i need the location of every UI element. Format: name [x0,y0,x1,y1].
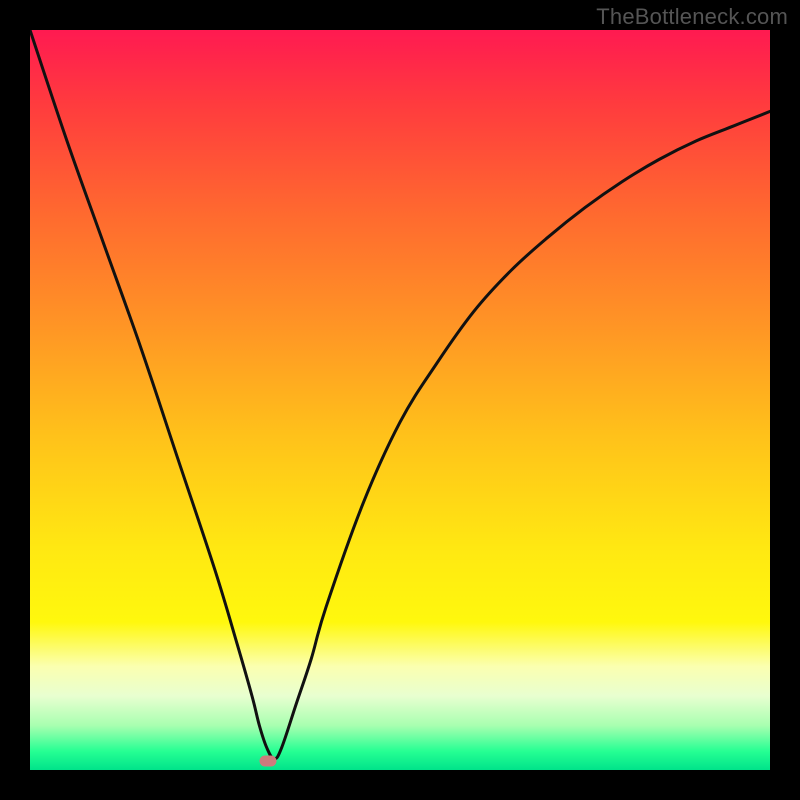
plot-svg [30,30,770,770]
minimum-marker [260,756,277,767]
plot-area [30,30,770,770]
chart-frame: TheBottleneck.com [0,0,800,800]
gradient-background [30,30,770,770]
watermark-label: TheBottleneck.com [596,4,788,30]
